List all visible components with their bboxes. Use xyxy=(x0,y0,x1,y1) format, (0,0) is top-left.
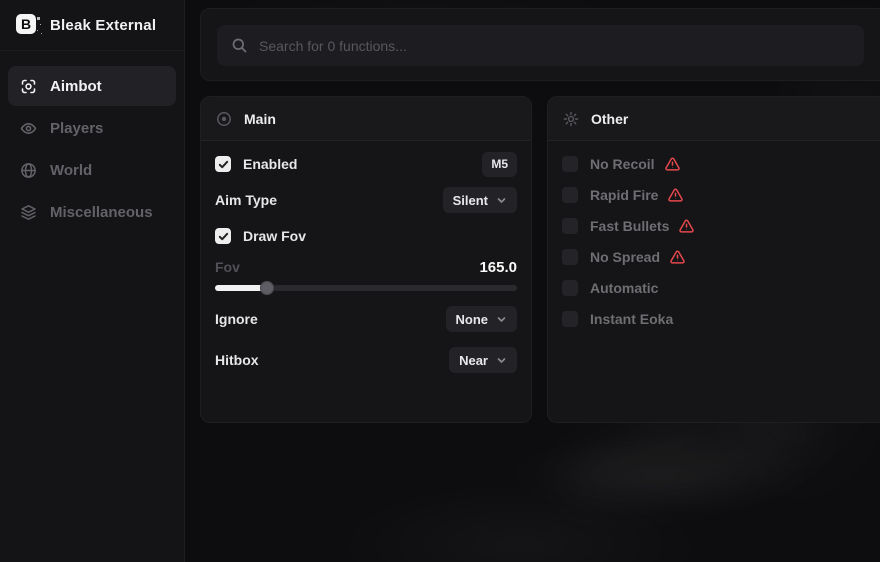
no-spread-label: No Spread xyxy=(590,249,660,265)
sidebar-item-label: Aimbot xyxy=(50,78,102,95)
search-icon xyxy=(231,37,248,54)
draw-fov-label: Draw Fov xyxy=(243,228,306,244)
row-fast-bullets: Fast Bullets xyxy=(562,213,875,239)
app-logo-icon: B xyxy=(16,14,38,36)
enabled-checkbox[interactable] xyxy=(215,156,231,172)
sidebar-item-aimbot[interactable]: Aimbot xyxy=(8,66,176,106)
enabled-label: Enabled xyxy=(243,156,297,172)
fov-value: 165.0 xyxy=(479,259,517,276)
sidebar-item-label: Miscellaneous xyxy=(50,204,153,221)
row-aim-type: Aim Type Silent xyxy=(215,187,517,213)
globe-icon xyxy=(20,162,37,179)
chevron-down-icon xyxy=(496,314,507,325)
fov-slider-thumb[interactable] xyxy=(260,281,274,295)
enabled-keybind-badge[interactable]: M5 xyxy=(482,152,517,177)
no-recoil-checkbox[interactable] xyxy=(562,156,578,172)
sidebar: B Bleak External Aimbot Players xyxy=(0,0,185,562)
row-draw-fov: Draw Fov xyxy=(215,223,517,249)
panel-other-header: Other xyxy=(548,97,880,141)
warning-icon xyxy=(668,188,683,202)
aim-type-value: Silent xyxy=(453,193,488,208)
draw-fov-checkbox[interactable] xyxy=(215,228,231,244)
sidebar-item-label: Players xyxy=(50,120,103,137)
automatic-label: Automatic xyxy=(590,280,658,296)
ignore-label: Ignore xyxy=(215,311,258,327)
panel-other: Other No Recoil Rapid Fire xyxy=(547,96,880,423)
warning-icon xyxy=(665,157,680,171)
fast-bullets-checkbox[interactable] xyxy=(562,218,578,234)
row-instant-eoka: Instant Eoka xyxy=(562,306,875,332)
sidebar-nav: Aimbot Players World xyxy=(0,51,184,247)
logo-glitch-decoration xyxy=(37,17,40,20)
warning-icon xyxy=(679,219,694,233)
row-no-recoil: No Recoil xyxy=(562,151,875,177)
search-panel xyxy=(200,8,880,81)
aim-type-dropdown[interactable]: Silent xyxy=(443,187,517,213)
hitbox-value: Near xyxy=(459,353,488,368)
row-ignore: Ignore None xyxy=(215,306,517,332)
sidebar-item-players[interactable]: Players xyxy=(8,108,176,148)
fov-slider-track[interactable] xyxy=(215,285,517,291)
no-spread-checkbox[interactable] xyxy=(562,249,578,265)
instant-eoka-checkbox[interactable] xyxy=(562,311,578,327)
automatic-checkbox[interactable] xyxy=(562,280,578,296)
row-automatic: Automatic xyxy=(562,275,875,301)
ignore-dropdown[interactable]: None xyxy=(446,306,518,332)
aim-type-label: Aim Type xyxy=(215,192,277,208)
chevron-down-icon xyxy=(496,355,507,366)
panel-main: Main Enabled M5 Aim Type Silent xyxy=(200,96,532,423)
row-hitbox: Hitbox Near xyxy=(215,347,517,373)
ignore-value: None xyxy=(456,312,489,327)
app-title: Bleak External xyxy=(50,17,156,34)
row-rapid-fire: Rapid Fire xyxy=(562,182,875,208)
chevron-down-icon xyxy=(496,195,507,206)
sidebar-header: B Bleak External xyxy=(0,0,184,51)
fov-slider[interactable] xyxy=(215,281,517,295)
row-enabled: Enabled M5 xyxy=(215,151,517,177)
rapid-fire-label: Rapid Fire xyxy=(590,187,658,203)
fov-label: Fov xyxy=(215,259,240,275)
no-recoil-label: No Recoil xyxy=(590,156,655,172)
gear-icon xyxy=(563,111,579,127)
sidebar-item-miscellaneous[interactable]: Miscellaneous xyxy=(8,192,176,232)
layers-icon xyxy=(20,204,37,221)
fast-bullets-label: Fast Bullets xyxy=(590,218,669,234)
hitbox-dropdown[interactable]: Near xyxy=(449,347,517,373)
sidebar-item-world[interactable]: World xyxy=(8,150,176,190)
fov-slider-fill xyxy=(215,285,267,291)
warning-icon xyxy=(670,250,685,264)
panel-main-header: Main xyxy=(201,97,531,141)
logo-letter: B xyxy=(16,14,36,34)
hitbox-label: Hitbox xyxy=(215,352,259,368)
row-no-spread: No Spread xyxy=(562,244,875,270)
row-fov: Fov 165.0 xyxy=(215,257,517,277)
search-input[interactable] xyxy=(259,38,850,54)
rapid-fire-checkbox[interactable] xyxy=(562,187,578,203)
eye-icon xyxy=(20,120,37,137)
target-icon xyxy=(216,111,232,127)
panel-main-title: Main xyxy=(244,111,276,127)
search-box[interactable] xyxy=(217,25,864,66)
panel-other-title: Other xyxy=(591,111,628,127)
instant-eoka-label: Instant Eoka xyxy=(590,311,673,327)
focus-crosshair-icon xyxy=(20,78,37,95)
panel-main-body: Enabled M5 Aim Type Silent Draw Fov Fov … xyxy=(201,141,531,373)
panel-other-body: No Recoil Rapid Fire Fast Bullets xyxy=(548,141,880,332)
sidebar-item-label: World xyxy=(50,162,92,179)
